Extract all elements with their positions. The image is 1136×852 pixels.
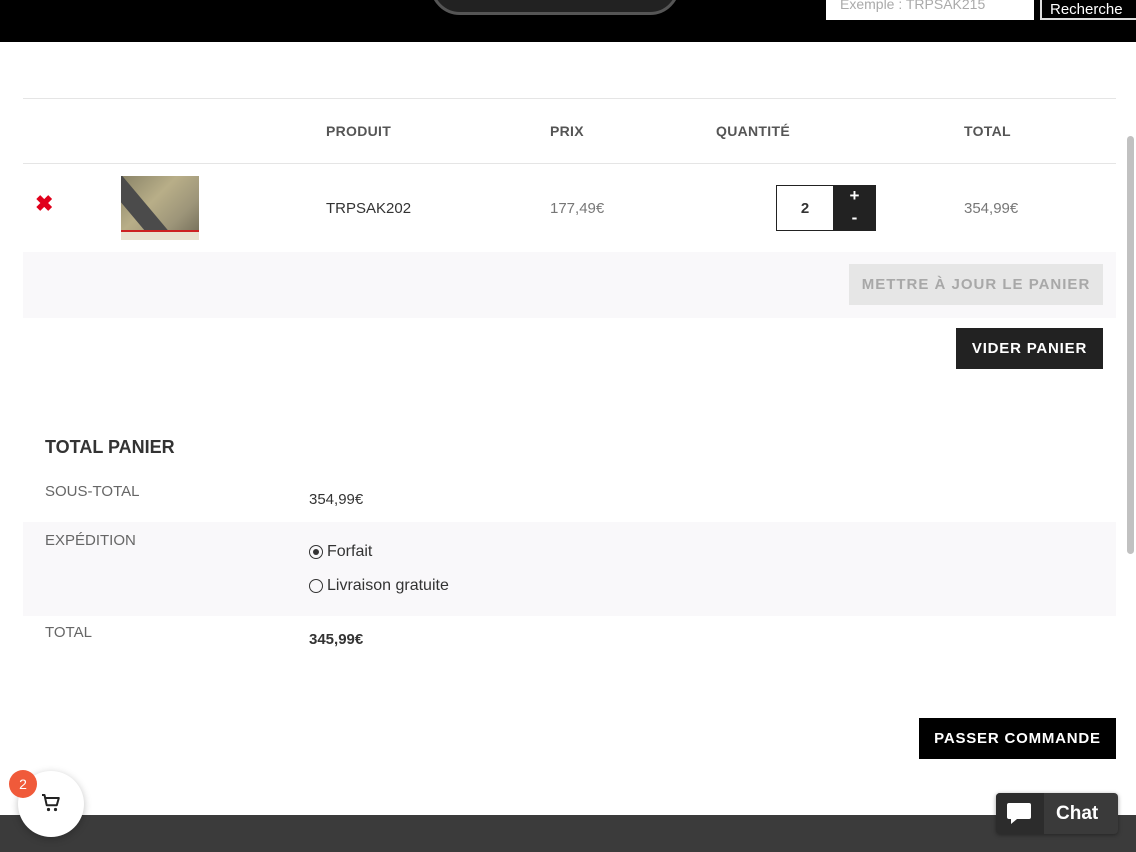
quantity-decrease-button[interactable]: - (833, 208, 876, 230)
column-price: PRIX (550, 123, 584, 139)
product-thumbnail[interactable] (121, 176, 199, 240)
chat-bubble-icon (1007, 803, 1031, 824)
top-header: Recherche (0, 0, 1136, 42)
radio-selected-icon[interactable] (309, 545, 323, 559)
shipping-option-label: Forfait (327, 543, 373, 560)
scrollbar[interactable] (1127, 136, 1134, 554)
total-label: TOTAL (45, 624, 92, 641)
checkout-button[interactable]: PASSER COMMANDE (919, 718, 1116, 759)
shipping-option-free[interactable]: Livraison gratuite (309, 577, 449, 595)
shipping-row: EXPÉDITION Forfait Livraison gratuite (23, 522, 1116, 616)
chat-label: Chat (1056, 802, 1099, 824)
header-product-image (430, 0, 680, 15)
update-cart-button[interactable]: METTRE À JOUR LE PANIER (849, 264, 1103, 305)
radio-unselected-icon[interactable] (309, 579, 323, 593)
column-product: PRODUIT (326, 123, 392, 139)
shipping-option-label: Livraison gratuite (327, 577, 449, 594)
footer (0, 815, 1136, 852)
chat-button[interactable]: Chat (996, 793, 1118, 834)
cart-table: PRODUIT PRIX QUANTITÉ TOTAL ✖ TRPSAK202 … (23, 98, 1116, 318)
shipping-option-forfait[interactable]: Forfait (309, 543, 372, 561)
product-name[interactable]: TRPSAK202 (326, 200, 411, 217)
column-quantity: QUANTITÉ (716, 123, 790, 139)
total-row: TOTAL 345,99€ (23, 616, 1116, 666)
subtotal-label: SOUS-TOTAL (45, 483, 140, 500)
total-value: 345,99€ (309, 631, 364, 648)
quantity-input[interactable] (777, 186, 833, 230)
shopping-cart-icon (42, 794, 60, 812)
subtotal-value: 354,99€ (309, 491, 364, 508)
search-input[interactable] (826, 0, 1034, 20)
quantity-increase-button[interactable]: + (833, 186, 876, 208)
table-row: ✖ TRPSAK202 177,49€ + - 354,99€ (23, 164, 1116, 252)
remove-item-icon[interactable]: ✖ (35, 193, 55, 215)
product-price: 177,49€ (550, 200, 605, 217)
empty-cart-button[interactable]: VIDER PANIER (956, 328, 1103, 369)
cart-totals: SOUS-TOTAL 354,99€ EXPÉDITION Forfait Li… (23, 470, 1116, 666)
cart-totals-title: TOTAL PANIER (45, 437, 175, 457)
cart-table-header: PRODUIT PRIX QUANTITÉ TOTAL (23, 98, 1116, 164)
search-button[interactable]: Recherche (1040, 0, 1136, 20)
column-total: TOTAL (964, 123, 1011, 139)
line-total: 354,99€ (964, 200, 1019, 217)
subtotal-row: SOUS-TOTAL 354,99€ (23, 470, 1116, 522)
cart-count-badge: 2 (9, 770, 37, 798)
cart-actions-row: METTRE À JOUR LE PANIER (23, 252, 1116, 318)
shipping-label: EXPÉDITION (45, 532, 136, 549)
quantity-stepper: + - (776, 185, 876, 231)
